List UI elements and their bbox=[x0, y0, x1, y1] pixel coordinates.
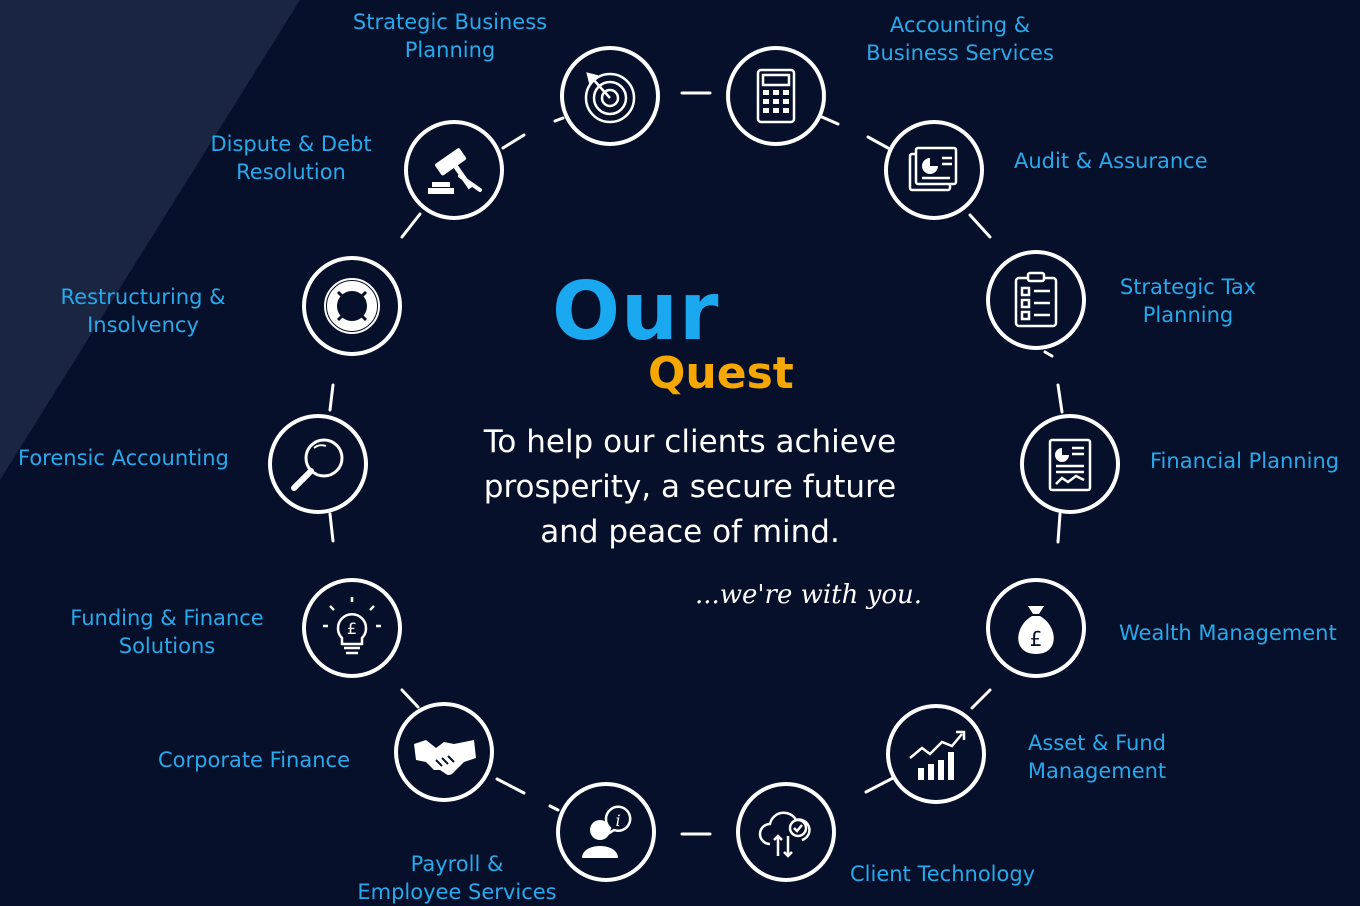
label-payroll-employee-services[interactable]: Payroll & Employee Services bbox=[340, 850, 574, 906]
node-restructuring-insolvency[interactable] bbox=[302, 256, 402, 356]
handshake-icon bbox=[414, 740, 476, 775]
lifebuoy-icon bbox=[324, 278, 380, 334]
node-client-technology[interactable] bbox=[736, 782, 836, 882]
mission-line: and peace of mind. bbox=[540, 514, 840, 550]
label-dispute-debt-resolution[interactable]: Dispute & Debt Resolution bbox=[196, 130, 386, 186]
gavel-icon bbox=[428, 148, 482, 194]
person-info-icon: i bbox=[582, 805, 632, 858]
clipboard-checklist-icon bbox=[1014, 271, 1058, 328]
label-accounting-business-services[interactable]: Accounting & Business Services bbox=[846, 11, 1074, 67]
node-dispute-debt-resolution[interactable] bbox=[404, 120, 504, 220]
cloud-sync-icon bbox=[758, 811, 811, 858]
svg-text:£: £ bbox=[347, 619, 357, 638]
node-financial-planning[interactable] bbox=[1020, 414, 1120, 514]
growth-chart-icon bbox=[909, 730, 966, 780]
mission-line: To help our clients achieve bbox=[483, 424, 897, 460]
report-chart-icon bbox=[908, 146, 958, 192]
label-wealth-management[interactable]: Wealth Management bbox=[1119, 619, 1337, 647]
lightbulb-icon: £ bbox=[323, 597, 381, 655]
node-accounting-business-services[interactable] bbox=[726, 46, 826, 146]
label-client-technology[interactable]: Client Technology bbox=[850, 860, 1035, 888]
svg-text:£: £ bbox=[1030, 627, 1043, 651]
mission-line: prosperity, a secure future bbox=[483, 469, 897, 505]
label-asset-fund-management[interactable]: Asset & Fund Management bbox=[1012, 729, 1182, 785]
calculator-icon bbox=[756, 68, 796, 124]
node-asset-fund-management[interactable] bbox=[886, 704, 986, 804]
label-audit-assurance[interactable]: Audit & Assurance bbox=[1014, 147, 1208, 175]
node-audit-assurance[interactable] bbox=[884, 120, 984, 220]
mission-statement: To help our clients achieve prosperity, … bbox=[440, 420, 940, 555]
svg-text:i: i bbox=[615, 811, 620, 830]
label-strategic-tax-planning[interactable]: Strategic Tax Planning bbox=[1106, 273, 1270, 329]
label-forensic-accounting[interactable]: Forensic Accounting bbox=[18, 444, 229, 472]
target-icon bbox=[584, 72, 636, 124]
label-restructuring-insolvency[interactable]: Restructuring & Insolvency bbox=[48, 283, 238, 339]
node-wealth-management[interactable]: £ bbox=[986, 578, 1086, 678]
title-quest: Quest bbox=[648, 348, 794, 399]
node-forensic-accounting[interactable] bbox=[268, 414, 368, 514]
label-financial-planning[interactable]: Financial Planning bbox=[1150, 447, 1339, 475]
node-corporate-finance[interactable] bbox=[394, 702, 494, 802]
tagline: ...we're with you. bbox=[694, 580, 922, 610]
label-corporate-finance[interactable]: Corporate Finance bbox=[158, 746, 350, 774]
node-strategic-business-planning[interactable] bbox=[560, 46, 660, 146]
label-funding-finance-solutions[interactable]: Funding & Finance Solutions bbox=[56, 604, 278, 660]
financial-document-icon bbox=[1048, 438, 1092, 492]
node-funding-finance-solutions[interactable]: £ bbox=[302, 578, 402, 678]
node-strategic-tax-planning[interactable] bbox=[986, 250, 1086, 350]
label-strategic-business-planning[interactable]: Strategic Business Planning bbox=[340, 8, 560, 64]
magnifier-icon bbox=[291, 438, 344, 491]
money-bag-icon: £ bbox=[1018, 606, 1054, 654]
